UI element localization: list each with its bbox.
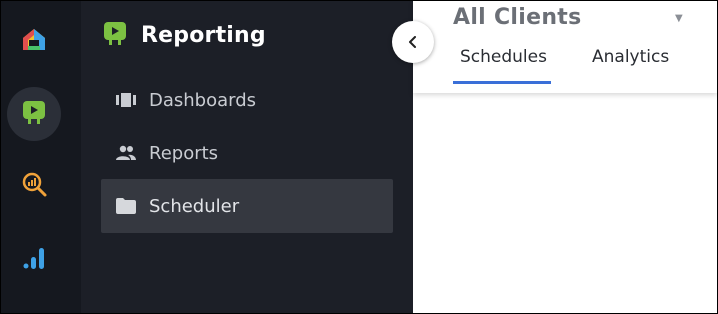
people-icon — [113, 145, 139, 161]
reporting-logo-icon — [101, 19, 129, 51]
tab-schedules[interactable]: Schedules — [460, 47, 547, 67]
chevron-left-icon — [407, 33, 419, 52]
sidebar-item-label: Reports — [149, 142, 219, 164]
sidebar-item-label: Dashboards — [149, 89, 257, 111]
client-selector[interactable]: All Clients — [453, 5, 582, 30]
reporting-app-icon — [20, 98, 48, 130]
page-header: All Clients ▼ Schedules Analytics — [413, 1, 717, 93]
main-content: All Clients ▼ Schedules Analytics — [413, 1, 717, 313]
rail-analytics-button[interactable] — [7, 159, 61, 213]
dashboard-icon — [113, 92, 139, 108]
chevron-down-icon[interactable]: ▼ — [675, 13, 683, 24]
home-logo-icon — [20, 26, 48, 58]
folder-icon — [113, 198, 139, 214]
sidebar-item-label: Scheduler — [149, 195, 240, 217]
signal-bars-icon — [20, 244, 48, 276]
sidebar-item-dashboards[interactable]: Dashboards — [101, 73, 393, 127]
sidebar-header: Reporting — [101, 19, 266, 51]
sidebar-title: Reporting — [141, 22, 266, 48]
app-window: Reporting Dashboards Reports Scheduler A… — [0, 0, 718, 314]
tab-analytics[interactable]: Analytics — [592, 47, 669, 67]
sidebar: Reporting Dashboards Reports Scheduler — [81, 1, 413, 313]
app-rail — [1, 1, 81, 313]
collapse-sidebar-button[interactable] — [392, 21, 434, 63]
analytics-search-icon — [20, 170, 48, 202]
rail-home-button[interactable] — [7, 15, 61, 69]
active-tab-indicator — [453, 81, 551, 84]
rail-reporting-button[interactable] — [7, 87, 61, 141]
rail-signals-button[interactable] — [7, 233, 61, 287]
sidebar-item-reports[interactable]: Reports — [101, 126, 393, 180]
sidebar-item-scheduler[interactable]: Scheduler — [101, 179, 393, 233]
